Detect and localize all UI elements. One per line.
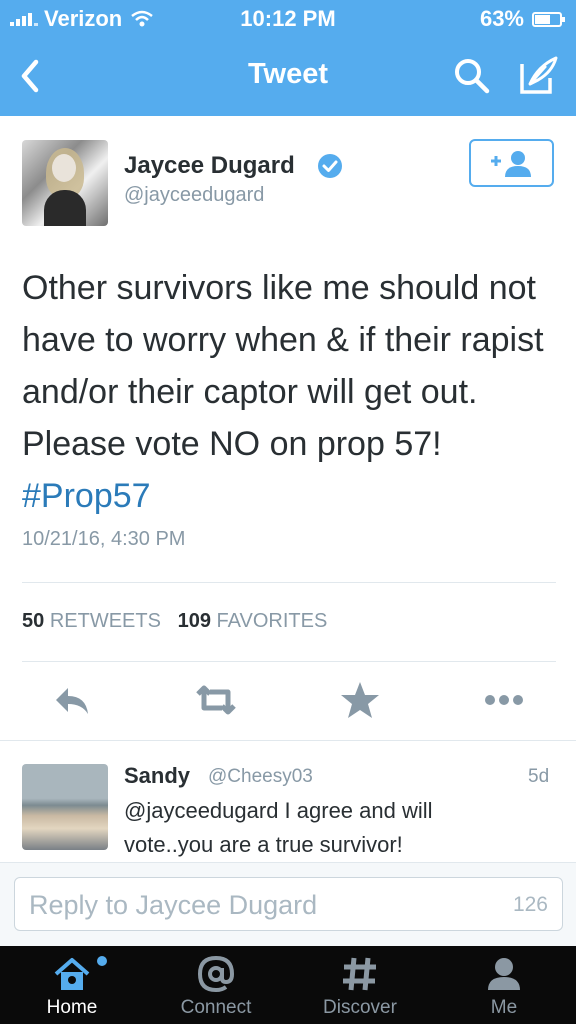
- tweet-stats: 50 RETWEETS 109 FAVORITES: [22, 610, 327, 633]
- tab-connect[interactable]: Connect: [144, 946, 288, 1024]
- twitter-app: Verizon 10:12 PM 63% Tweet Jaycee Dugard…: [0, 0, 576, 1024]
- favorites-stat[interactable]: 109 FAVORITES: [178, 610, 328, 632]
- retweets-stat[interactable]: 50 RETWEETS: [22, 610, 161, 632]
- divider: [22, 661, 556, 662]
- author-name[interactable]: Jaycee Dugard: [124, 152, 295, 180]
- character-count: 126: [512, 893, 548, 916]
- navigation-bar: Tweet: [0, 36, 576, 116]
- home-icon: [54, 958, 90, 990]
- hashtag-link[interactable]: #Prop57: [22, 477, 151, 515]
- author-avatar[interactable]: [22, 140, 108, 226]
- reply-author-handle[interactable]: @Cheesy03: [208, 766, 313, 788]
- tab-discover[interactable]: Discover: [288, 946, 432, 1024]
- tweet-timestamp: 10/21/16, 4:30 PM: [22, 528, 186, 550]
- favorite-star-icon[interactable]: [336, 676, 384, 724]
- reply-author-avatar[interactable]: [22, 764, 108, 850]
- reply-timestamp: 5d: [528, 766, 550, 787]
- at-icon: [197, 955, 235, 993]
- reply-placeholder: Reply to Jaycee Dugard: [29, 890, 318, 920]
- notification-dot: [97, 956, 107, 966]
- divider: [22, 582, 556, 583]
- compose-tweet-icon[interactable]: [516, 54, 560, 98]
- search-icon[interactable]: [452, 56, 492, 96]
- person-icon: [488, 958, 520, 990]
- tab-home[interactable]: Home: [0, 946, 144, 1024]
- retweet-icon[interactable]: [192, 676, 240, 724]
- tab-label: Home: [46, 997, 98, 1018]
- tab-me[interactable]: Me: [432, 946, 576, 1024]
- reply-composer: Reply to Jaycee Dugard 126: [0, 862, 576, 946]
- tab-bar: Home Connect Discover Me: [0, 946, 576, 1024]
- battery-percent: 63%: [479, 6, 524, 31]
- top-bar: Verizon 10:12 PM 63% Tweet: [0, 0, 576, 116]
- status-bar: Verizon 10:12 PM 63%: [0, 0, 576, 36]
- tab-label: Connect: [180, 997, 252, 1018]
- more-options-icon[interactable]: [480, 676, 528, 724]
- reply-input[interactable]: Reply to Jaycee Dugard 126: [14, 877, 563, 931]
- tab-label: Discover: [323, 997, 397, 1018]
- add-user-icon: [491, 151, 531, 177]
- author-handle[interactable]: @jayceedugard: [124, 184, 264, 207]
- follow-button[interactable]: [469, 139, 554, 187]
- battery-icon: [532, 11, 565, 27]
- reply-icon[interactable]: [48, 676, 96, 724]
- tab-label: Me: [490, 997, 518, 1018]
- reply-author-name[interactable]: Sandy: [124, 763, 190, 789]
- hash-icon: [343, 957, 376, 991]
- divider: [0, 740, 576, 741]
- tweet-body: Other survivors like me should not have …: [22, 269, 544, 463]
- reply-text[interactable]: @jayceedugard I agree and will vote..you…: [124, 794, 524, 862]
- status-right: 63%: [479, 6, 565, 32]
- verified-badge-icon: [318, 154, 342, 178]
- tweet-text: Other survivors like me should not have …: [22, 262, 562, 522]
